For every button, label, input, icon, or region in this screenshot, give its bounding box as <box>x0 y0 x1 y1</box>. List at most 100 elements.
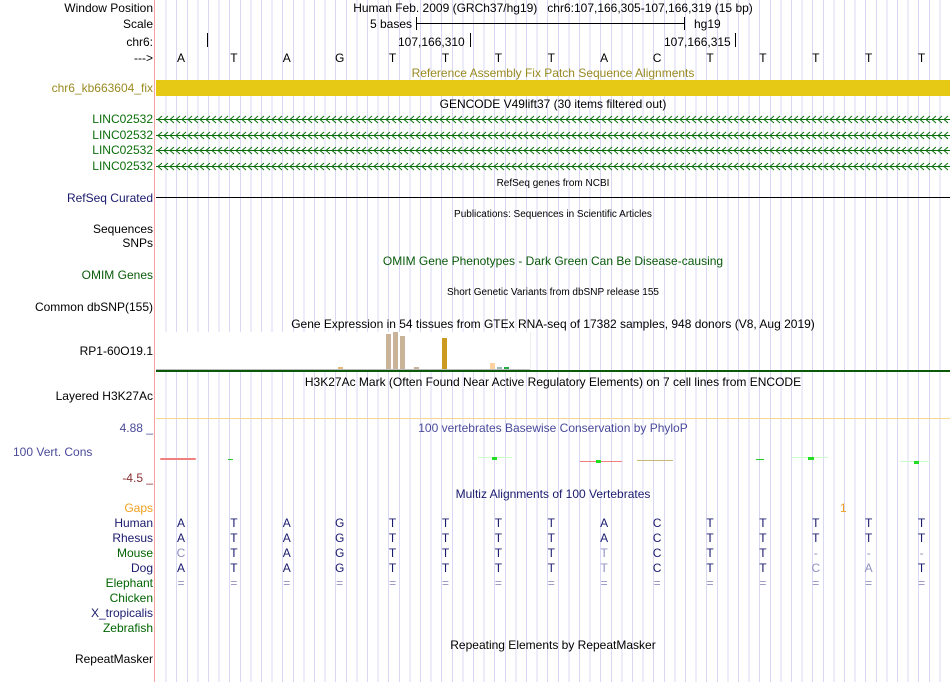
h3k27ac-baseline <box>156 418 950 419</box>
aligned-base: T <box>865 516 873 530</box>
gtex-tissue-bar[interactable] <box>400 336 406 369</box>
phylop-track-title[interactable]: 100 vertebrates Basewise Conservation by… <box>156 421 950 435</box>
snps-track-label[interactable]: SNPs <box>122 236 153 250</box>
label-divider[interactable] <box>154 0 155 682</box>
gencode-gene-feature[interactable] <box>156 115 950 124</box>
gtex-chart[interactable] <box>156 332 531 370</box>
reference-base: T <box>388 51 397 65</box>
species-label[interactable]: Human <box>114 516 153 530</box>
aligned-base: T <box>230 546 238 560</box>
aligned-base: T <box>547 546 555 560</box>
h3k27ac-track-title[interactable]: H3K27Ac Mark (Often Found Near Active Re… <box>156 375 950 389</box>
pubs-track-label[interactable]: Sequences <box>93 222 153 236</box>
dbsnp-track-label[interactable]: Common dbSNP(155) <box>35 300 153 314</box>
aligned-base: T <box>706 516 714 530</box>
aligned-base: T <box>494 516 503 530</box>
species-label[interactable]: Elephant <box>106 576 153 590</box>
aligned-base: T <box>230 561 238 575</box>
refseq-track-title[interactable]: RefSeq genes from NCBI <box>156 177 950 191</box>
species-label[interactable]: Chicken <box>110 591 153 605</box>
gtex-track-title[interactable]: Gene Expression in 54 tissues from GTEx … <box>156 317 950 331</box>
aligned-base: T <box>600 561 608 575</box>
species-label[interactable]: Rhesus <box>112 531 153 545</box>
fix-track-title[interactable]: Reference Assembly Fix Patch Sequence Al… <box>156 66 950 80</box>
gencode-gene-label[interactable]: LINC02532 <box>92 112 153 126</box>
omim-track-label[interactable]: OMIM Genes <box>82 268 153 282</box>
aligned-base: = <box>653 576 661 590</box>
reference-base: A <box>600 51 609 65</box>
aligned-base: = <box>812 576 820 590</box>
gencode-gene-feature[interactable] <box>156 162 950 171</box>
aligned-base: T <box>494 546 503 560</box>
aligned-base: A <box>282 516 291 530</box>
aligned-base: T <box>230 516 238 530</box>
omim-track-title[interactable]: OMIM Gene Phenotypes - Dark Green Can Be… <box>156 254 950 268</box>
aligned-base: A <box>282 546 291 560</box>
pubs-track-title[interactable]: Publications: Sequences in Scientific Ar… <box>156 208 950 222</box>
aligned-base: T <box>441 546 450 560</box>
aligned-base: A <box>282 531 291 545</box>
aligned-base: T <box>917 561 926 575</box>
refseq-gene-line[interactable] <box>156 197 950 198</box>
phylop-mark <box>756 459 764 460</box>
species-label[interactable]: Mouse <box>117 546 153 560</box>
aligned-base: - <box>813 546 818 560</box>
aligned-base: = <box>759 576 767 590</box>
aligned-base: - <box>866 546 871 560</box>
fix-track-label[interactable]: chr6_kb663604_fix <box>52 81 153 95</box>
aligned-base: = <box>230 576 238 590</box>
gtex-tissue-bar[interactable] <box>393 332 399 369</box>
gencode-gene-feature[interactable] <box>156 146 950 155</box>
gtex-tissue-bar[interactable] <box>386 333 392 369</box>
gencode-gene-label[interactable]: LINC02532 <box>92 128 153 142</box>
gtex-track-label[interactable]: RP1-60O19.1 <box>80 344 153 358</box>
species-label[interactable]: X_tropicalis <box>91 606 153 620</box>
gtex-tissue-bar[interactable] <box>441 337 447 369</box>
gencode-gene-label[interactable]: LINC02532 <box>92 143 153 157</box>
aligned-base: = <box>336 576 344 590</box>
strand-label: ---> <box>134 51 153 65</box>
aligned-base: T <box>759 546 767 560</box>
refseq-track-label[interactable]: RefSeq Curated <box>67 191 153 205</box>
aligned-base: C <box>652 516 662 530</box>
aligned-base: C <box>811 561 821 575</box>
species-label[interactable]: Zebrafish <box>103 621 153 635</box>
aligned-base: T <box>917 531 926 545</box>
assembly-label: hg19 <box>694 17 721 31</box>
gencode-gene-label[interactable]: LINC02532 <box>92 159 153 173</box>
aligned-base: A <box>282 561 291 575</box>
aligned-base: G <box>335 516 345 530</box>
window-position: Human Feb. 2009 (GRCh37/hg19) chr6:107,1… <box>353 1 753 15</box>
multiz-track-title[interactable]: Multiz Alignments of 100 Vertebrates <box>156 487 950 501</box>
reference-base: G <box>335 51 345 65</box>
aligned-base: = <box>918 576 926 590</box>
aligned-base: T <box>706 546 714 560</box>
gtex-gene-line[interactable] <box>156 370 950 372</box>
aligned-base: = <box>865 576 873 590</box>
aligned-base: T <box>388 561 397 575</box>
phylop-min: -4.5 _ <box>122 471 153 485</box>
aligned-base: T <box>759 516 767 530</box>
reference-base: T <box>494 51 503 65</box>
aligned-base: T <box>706 531 714 545</box>
aligned-base: T <box>441 561 450 575</box>
repeatmasker-track-title[interactable]: Repeating Elements by RepeatMasker <box>156 638 950 652</box>
aligned-base: A <box>600 516 609 530</box>
gencode-gene-feature[interactable] <box>156 131 950 140</box>
repeatmasker-track-label[interactable]: RepeatMasker <box>75 652 153 666</box>
species-label[interactable]: Dog <box>131 561 153 575</box>
phylop-mark <box>492 457 497 460</box>
aligned-base: T <box>812 531 820 545</box>
aligned-base: = <box>389 576 397 590</box>
chrom-label: chr6: <box>126 35 153 49</box>
dbsnp-track-title[interactable]: Short Genetic Variants from dbSNP releas… <box>156 286 950 300</box>
gencode-track-title[interactable]: GENCODE V49lift37 (30 items filtered out… <box>156 97 950 111</box>
fix-patch-alignment[interactable] <box>156 80 950 96</box>
h3k27ac-track-label[interactable]: Layered H3K27Ac <box>56 389 153 403</box>
reference-base: T <box>230 51 238 65</box>
phylop-mark-negative <box>580 461 622 462</box>
aligned-base: A <box>176 561 185 575</box>
phylop-track-label[interactable]: 100 Vert. Cons <box>13 445 92 459</box>
gaps-label: Gaps <box>124 501 153 515</box>
aligned-base: T <box>441 516 450 530</box>
